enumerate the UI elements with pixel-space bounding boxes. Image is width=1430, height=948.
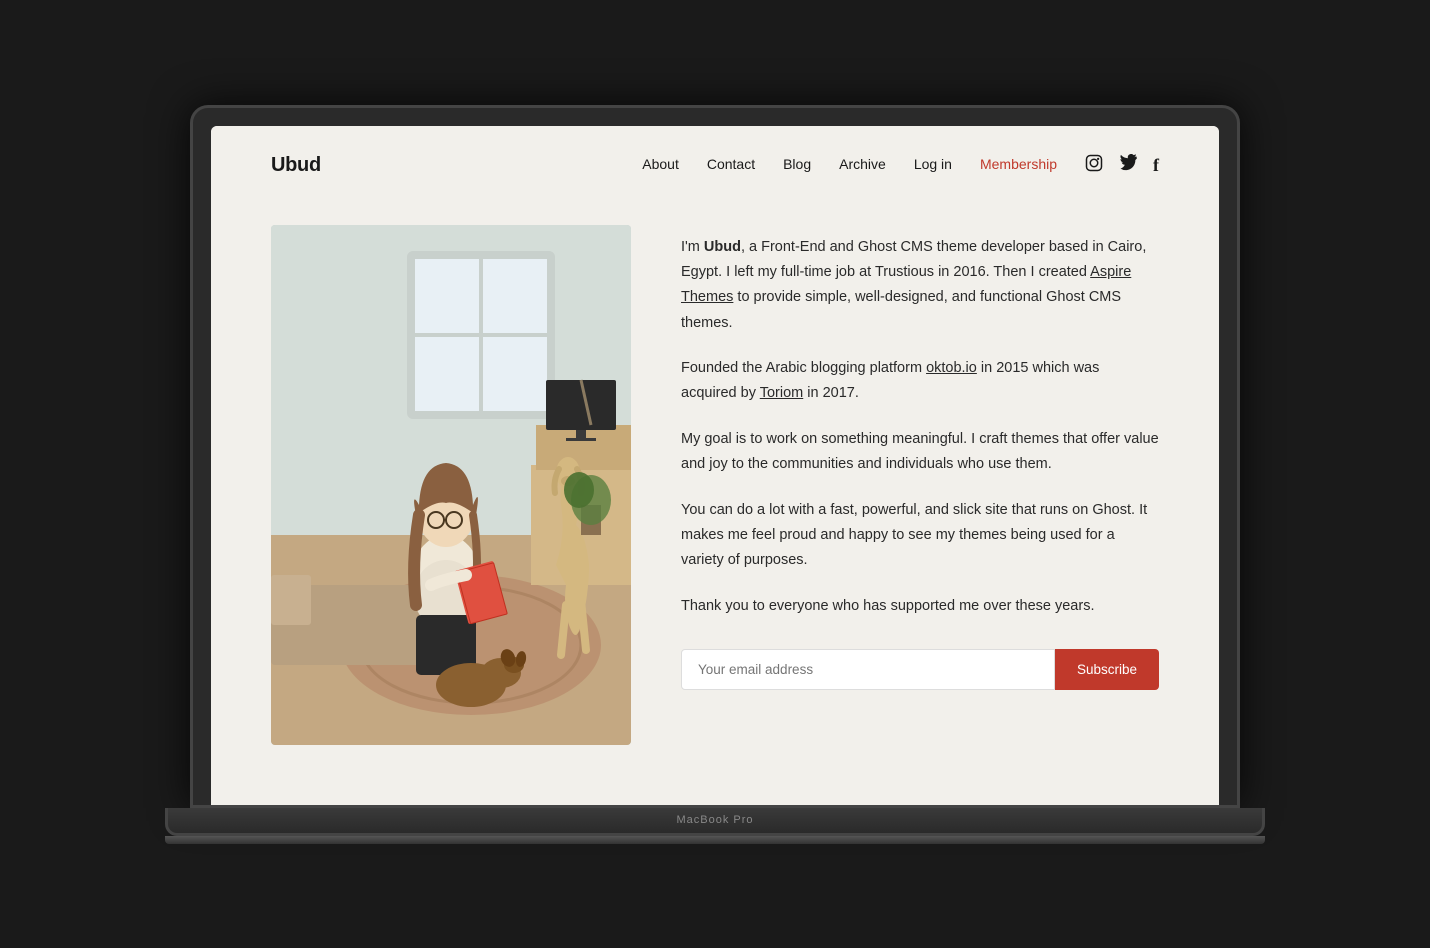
- nav-link-login[interactable]: Log in: [914, 156, 952, 172]
- nav-link-archive[interactable]: Archive: [839, 156, 886, 172]
- nav-link-about[interactable]: About: [642, 156, 679, 172]
- oktob-link[interactable]: oktob.io: [926, 360, 977, 376]
- toriom-link[interactable]: Toriom: [760, 385, 804, 401]
- subscribe-button[interactable]: Subscribe: [1055, 649, 1159, 690]
- nav-links: About Contact Blog Archive Log in: [642, 156, 1057, 174]
- subscribe-form: Subscribe: [681, 649, 1159, 690]
- main-content: I'm Ubud, a Front-End and Ghost CMS them…: [211, 205, 1219, 805]
- nav-link-contact[interactable]: Contact: [707, 156, 755, 172]
- nav-item-archive[interactable]: Archive: [839, 156, 886, 174]
- laptop-hinge: [165, 836, 1265, 844]
- laptop-model: MacBook Pro: [676, 814, 753, 826]
- site-nav: Ubud About Contact Blog Archive: [211, 126, 1219, 205]
- bio-paragraph-3: My goal is to work on something meaningf…: [681, 427, 1159, 478]
- facebook-icon[interactable]: f: [1153, 156, 1159, 174]
- profile-image: [271, 225, 631, 745]
- nav-icons: f: [1085, 154, 1159, 177]
- nav-item-about[interactable]: About: [642, 156, 679, 174]
- laptop-base: MacBook Pro: [165, 808, 1265, 836]
- laptop-screen: Ubud About Contact Blog Archive: [190, 105, 1240, 808]
- nav-item-membership[interactable]: Membership: [980, 156, 1057, 174]
- bio-paragraph-5: Thank you to everyone who has supported …: [681, 594, 1159, 619]
- nav-item-login[interactable]: Log in: [914, 156, 952, 174]
- laptop-wrapper: Ubud About Contact Blog Archive: [165, 105, 1265, 844]
- email-input[interactable]: [681, 649, 1055, 690]
- bio-content: I'm Ubud, a Front-End and Ghost CMS them…: [681, 225, 1159, 691]
- aspire-themes-link[interactable]: Aspire Themes: [681, 264, 1131, 305]
- nav-link-blog[interactable]: Blog: [783, 156, 811, 172]
- instagram-icon[interactable]: [1085, 154, 1103, 177]
- nav-link-membership[interactable]: Membership: [980, 156, 1057, 172]
- nav-item-contact[interactable]: Contact: [707, 156, 755, 174]
- bio-paragraph-2: Founded the Arabic blogging platform okt…: [681, 356, 1159, 407]
- nav-item-blog[interactable]: Blog: [783, 156, 811, 174]
- site-logo[interactable]: Ubud: [271, 154, 321, 177]
- twitter-icon[interactable]: [1119, 154, 1137, 177]
- bio-paragraph-4: You can do a lot with a fast, powerful, …: [681, 498, 1159, 574]
- screen-inner: Ubud About Contact Blog Archive: [211, 126, 1219, 805]
- bio-name-bold: Ubud: [704, 239, 741, 255]
- bio-paragraph-1: I'm Ubud, a Front-End and Ghost CMS them…: [681, 235, 1159, 337]
